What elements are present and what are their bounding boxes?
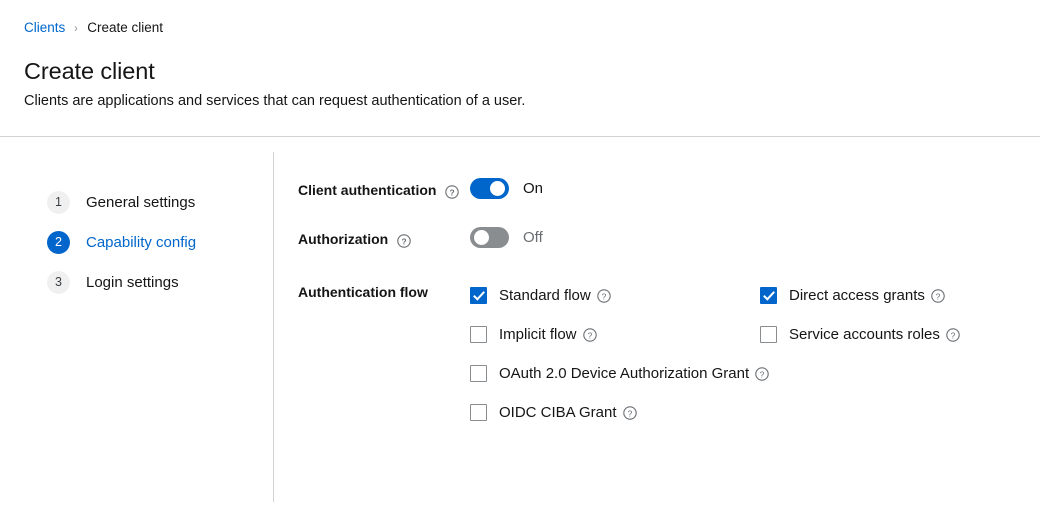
svg-text:?: ? — [951, 330, 956, 340]
chevron-right-icon: › — [74, 21, 78, 35]
toggle-authorization[interactable] — [470, 227, 509, 249]
toggle-wrap-client-authentication: On — [470, 178, 543, 199]
capability-config-form: Client authentication ? On Authorization — [273, 137, 1040, 508]
toggle-state-label: Off — [523, 229, 543, 247]
checkbox-oidc-ciba-grant[interactable] — [470, 403, 487, 421]
page-header: Clients › Create client Create client Cl… — [0, 0, 1040, 112]
field-authorization: Authorization ? Off — [298, 227, 1040, 249]
authentication-flow-options: Standard flow ? Direct access grants ? I… — [470, 276, 980, 432]
breadcrumb: Clients › Create client — [24, 20, 1016, 36]
help-circle-icon[interactable]: ? — [582, 328, 597, 342]
toggle-knob — [490, 181, 505, 196]
help-circle-icon[interactable]: ? — [445, 185, 460, 200]
step-number-badge: 2 — [47, 230, 70, 254]
help-circle-icon[interactable]: ? — [931, 289, 945, 303]
checkbox-label: Service accounts roles — [789, 325, 940, 343]
field-label-text: Authorization — [298, 231, 389, 248]
wizard-step-capability-config[interactable]: 2 Capability config — [0, 222, 273, 262]
checkbox-standard-flow[interactable] — [470, 286, 487, 304]
field-label-authorization: Authorization ? — [298, 227, 470, 249]
svg-text:?: ? — [450, 188, 455, 198]
checkbox-row-oidc-ciba-grant[interactable]: OIDC CIBA Grant ? — [470, 393, 980, 432]
toggle-knob — [474, 230, 489, 246]
toggle-client-authentication[interactable] — [470, 178, 509, 199]
svg-text:?: ? — [760, 369, 765, 379]
help-circle-icon[interactable]: ? — [946, 328, 960, 342]
checkbox-row-standard-flow[interactable]: Standard flow ? — [470, 276, 760, 315]
wizard-step-label: Capability config — [86, 233, 197, 251]
field-authentication-flow: Authentication flow Standard flow ? Dire… — [298, 280, 1040, 432]
breadcrumb-link-clients[interactable]: Clients — [24, 21, 65, 35]
checkbox-label: Direct access grants — [789, 286, 925, 304]
checkbox-row-service-accounts-roles[interactable]: Service accounts roles ? — [760, 315, 980, 354]
wizard-step-nav: 1 General settings 2 Capability config 3… — [0, 137, 273, 508]
checkbox-direct-access-grants[interactable] — [760, 286, 777, 304]
checkbox-row-oauth-device-authorization-grant[interactable]: OAuth 2.0 Device Authorization Grant ? — [470, 354, 980, 393]
wizard-body: 1 General settings 2 Capability config 3… — [0, 137, 1040, 508]
field-client-authentication: Client authentication ? On — [298, 178, 1040, 200]
wizard-step-label: General settings — [86, 193, 196, 211]
svg-text:?: ? — [936, 291, 941, 301]
wizard-step-login-settings[interactable]: 3 Login settings — [0, 262, 273, 302]
checkbox-implicit-flow[interactable] — [470, 325, 487, 343]
checkbox-label: OIDC CIBA Grant — [499, 403, 617, 421]
field-label-text: Authentication flow — [298, 283, 428, 300]
toggle-wrap-authorization: Off — [470, 227, 543, 249]
field-label-text: Client authentication — [298, 182, 437, 198]
wizard-step-label: Login settings — [86, 273, 179, 291]
svg-text:?: ? — [601, 291, 606, 301]
checkbox-label: Implicit flow — [499, 325, 577, 343]
svg-text:?: ? — [587, 330, 592, 340]
toggle-state-label: On — [523, 180, 544, 197]
field-label-client-authentication: Client authentication ? — [298, 178, 470, 200]
checkbox-label: OAuth 2.0 Device Authorization Grant — [499, 364, 750, 382]
step-number-badge: 3 — [47, 270, 70, 294]
svg-text:?: ? — [627, 408, 632, 418]
page-subtitle: Clients are applications and services th… — [24, 93, 526, 110]
checkbox-label: Standard flow — [499, 286, 591, 304]
checkbox-row-implicit-flow[interactable]: Implicit flow ? — [470, 315, 760, 354]
help-circle-icon[interactable]: ? — [622, 406, 637, 420]
help-circle-icon[interactable]: ? — [397, 233, 411, 248]
step-number-badge: 1 — [47, 190, 70, 214]
wizard-step-general-settings[interactable]: 1 General settings — [0, 182, 273, 222]
breadcrumb-current: Create client — [87, 20, 164, 36]
checkbox-row-direct-access-grants[interactable]: Direct access grants ? — [760, 276, 980, 315]
checkbox-service-accounts-roles[interactable] — [760, 325, 777, 343]
checkbox-oauth-device-authorization-grant[interactable] — [470, 364, 487, 382]
field-label-authentication-flow: Authentication flow — [298, 280, 470, 302]
help-circle-icon[interactable]: ? — [596, 289, 611, 303]
help-circle-icon[interactable]: ? — [755, 367, 769, 381]
page-title: Create client — [24, 58, 155, 84]
svg-text:?: ? — [402, 236, 407, 246]
